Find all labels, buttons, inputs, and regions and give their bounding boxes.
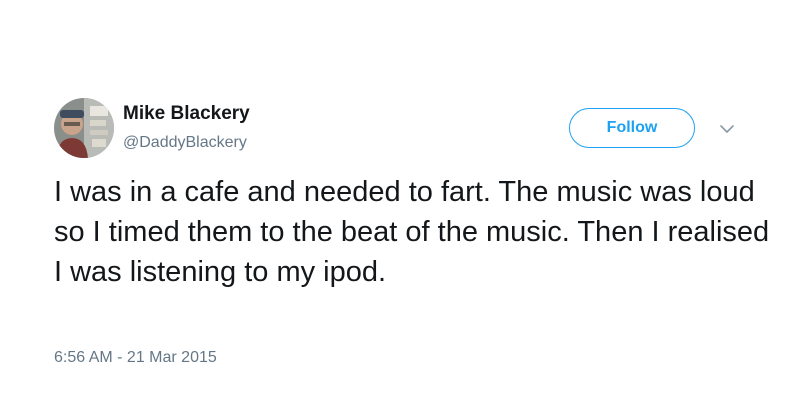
tweet-card: Mike Blackery @DaddyBlackery Follow I wa…: [0, 0, 800, 420]
follow-button[interactable]: Follow: [569, 108, 695, 148]
avatar-photo-icon: [54, 98, 114, 158]
tweet-timestamp[interactable]: 6:56 AM - 21 Mar 2015: [54, 349, 217, 367]
chevron-down-icon[interactable]: [718, 122, 736, 136]
author-display-name[interactable]: Mike Blackery: [123, 103, 250, 125]
author-handle[interactable]: @DaddyBlackery: [123, 134, 247, 152]
avatar[interactable]: [54, 98, 114, 158]
tweet-text: I was in a cafe and needed to fart. The …: [54, 176, 770, 288]
